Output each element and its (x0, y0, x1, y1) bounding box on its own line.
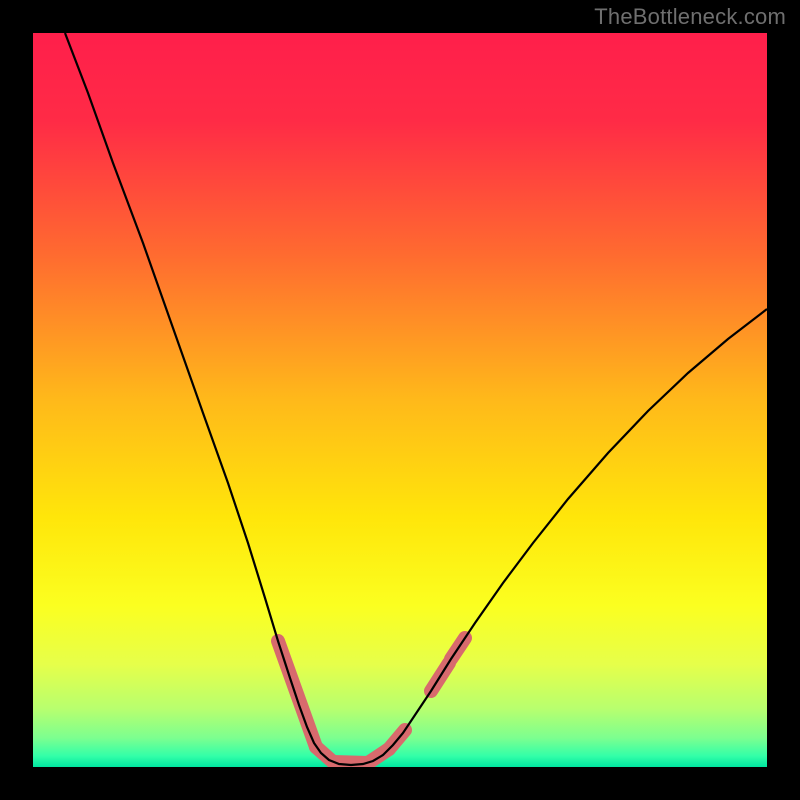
watermark-text: TheBottleneck.com (594, 4, 786, 30)
bottleneck-curve (65, 33, 767, 765)
chart-frame: TheBottleneck.com (0, 0, 800, 800)
highlight-segments (278, 638, 465, 763)
curve-layer (33, 33, 767, 767)
plot-area (33, 33, 767, 767)
